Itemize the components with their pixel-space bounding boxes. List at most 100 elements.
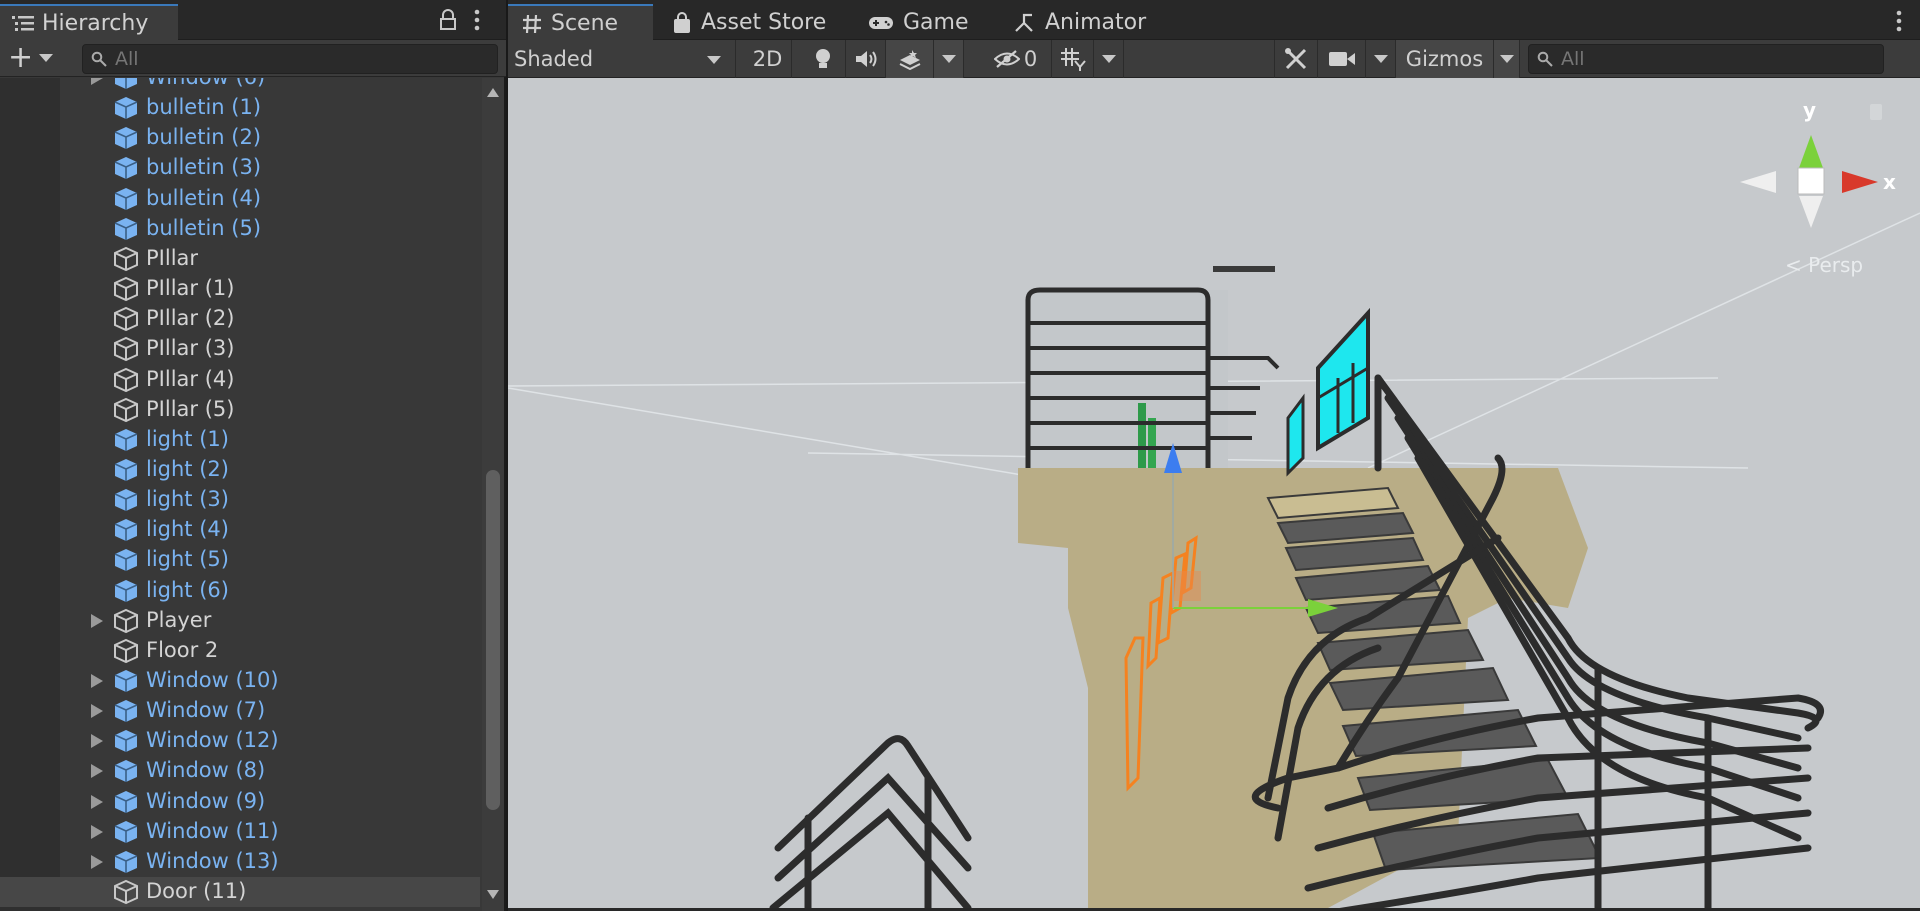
orientation-gizmo[interactable] [1740,104,1882,228]
lock-icon[interactable] [438,9,458,31]
expand-arrow-icon[interactable] [91,824,103,839]
hierarchy-row[interactable]: PIllar (2) [0,304,480,334]
tab-asset-store[interactable]: Asset Store [658,4,848,41]
camera-dropdown[interactable] [1366,40,1396,78]
shopping-bag-icon [674,11,690,33]
grid-dropdown[interactable] [1094,40,1124,78]
draw-mode-dropdown[interactable]: Shaded [508,40,736,78]
hierarchy-row-label: Door (11) [146,879,247,904]
tools-button[interactable] [1274,40,1318,78]
scroll-down-icon[interactable] [487,890,499,899]
hierarchy-row[interactable]: Window (13) [0,847,480,877]
speaker-icon [855,51,876,67]
expand-arrow-icon[interactable] [91,734,103,749]
hierarchy-row-label: Window (13) [146,848,279,873]
gameobject-cube-icon [114,276,138,302]
hierarchy-row[interactable]: Floor 2 [0,636,480,666]
hierarchy-row-label: Player [146,607,212,632]
projection-toggle[interactable]: < Persp [1785,253,1863,277]
hierarchy-row-label: PIllar (2) [146,306,235,331]
draw-mode-label: Shaded [514,47,594,71]
plus-icon: + [8,40,34,75]
hierarchy-row-label: Window (12) [146,728,279,753]
hierarchy-row-label: light (4) [146,517,229,542]
hierarchy-row[interactable]: Window (12) [0,726,480,756]
expand-arrow-icon[interactable] [91,794,103,809]
hierarchy-row[interactable]: bulletin (4) [0,184,480,214]
gameobject-cube-icon [114,397,138,422]
expand-arrow-icon[interactable] [91,854,103,869]
gameobject-cube-icon [114,337,138,362]
hierarchy-row[interactable]: light (3) [0,485,480,515]
hierarchy-row[interactable]: light (4) [0,515,480,545]
lighting-toggle-button[interactable] [800,40,846,78]
chevron-down-icon [707,56,721,64]
effects-dropdown[interactable] [934,40,964,78]
hierarchy-row[interactable]: PIllar (1) [0,274,480,304]
hierarchy-search[interactable] [82,44,498,74]
hierarchy-row[interactable]: bulletin (5) [0,214,480,244]
kebab-menu-icon[interactable] [1894,9,1904,33]
scroll-up-icon[interactable] [487,88,499,97]
hidden-eye-icon [993,50,1020,68]
prefab-cube-icon [114,850,138,873]
hierarchy-search-input[interactable] [115,48,497,70]
hierarchy-row-label: light (2) [146,456,229,481]
scene-search[interactable] [1528,44,1884,74]
kebab-menu-icon[interactable] [470,8,484,32]
tab-game[interactable]: Game [854,4,982,41]
tab-hierarchy[interactable]: Hierarchy [0,4,178,41]
prefab-cube-icon [114,670,138,692]
hierarchy-row-label: light (5) [146,547,229,572]
prefab-cube-icon [114,217,138,240]
hierarchy-scrollbar[interactable] [482,78,504,911]
expand-arrow-icon[interactable] [91,704,103,719]
gizmos-dropdown[interactable] [1494,40,1520,78]
scene-viewport[interactable]: y x < Persp [508,78,1920,908]
audio-toggle-button[interactable] [846,40,886,78]
hierarchy-row[interactable]: bulletin (1) [0,93,480,123]
hierarchy-row[interactable]: PIllar [0,244,480,274]
hierarchy-row-label: bulletin (2) [146,125,262,150]
hierarchy-row[interactable]: Window (8) [0,756,480,786]
camera-settings-button[interactable] [1318,40,1366,78]
hierarchy-row[interactable]: light (1) [0,425,480,455]
hierarchy-row[interactable]: Player [0,606,480,636]
hierarchy-row[interactable]: bulletin (3) [0,153,480,183]
2d-label: 2D [752,47,783,71]
prefab-cube-icon [114,187,138,210]
expand-arrow-icon[interactable] [91,78,103,85]
hierarchy-row[interactable]: light (2) [0,455,480,485]
hierarchy-row[interactable]: light (6) [0,576,480,606]
add-object-button[interactable]: + [8,43,62,73]
grid-snap-toggle[interactable] [1052,40,1094,78]
effects-toggle-button[interactable] [886,40,934,78]
tab-scene[interactable]: Scene [508,4,653,41]
hierarchy-row[interactable]: Window (9) [0,787,480,817]
tab-animator[interactable]: Animator [1000,4,1160,41]
hierarchy-row[interactable]: light (5) [0,545,480,575]
hierarchy-row[interactable]: Window (7) [0,696,480,726]
gizmos-toggle-button[interactable]: Gizmos [1396,40,1494,78]
expand-arrow-icon[interactable] [91,764,103,779]
hierarchy-row[interactable]: bulletin (2) [0,123,480,153]
hierarchy-row[interactable]: Window (10) [0,666,480,696]
hierarchy-row[interactable]: PIllar (4) [0,365,480,395]
expand-arrow-icon[interactable] [91,613,103,628]
hierarchy-row[interactable]: Window (6) [0,78,480,93]
hierarchy-row[interactable]: PIllar (3) [0,334,480,364]
hierarchy-row-label: light (3) [146,487,229,512]
scene-search-input[interactable] [1561,48,1883,70]
expand-arrow-icon[interactable] [91,674,103,688]
hierarchy-row-label: bulletin (3) [146,155,262,180]
hidden-count: 0 [1023,47,1038,71]
hierarchy-row[interactable]: Window (11) [0,817,480,847]
hierarchy-row[interactable]: PIllar (5) [0,395,480,425]
camera-icon [1328,52,1355,66]
prefab-cube-icon [114,157,138,180]
scene-visibility-toggle[interactable]: 0 [980,40,1052,78]
2d-toggle-button[interactable]: 2D [744,40,792,78]
scrollbar-thumb[interactable] [486,470,500,810]
hierarchy-row-label: Window (7) [146,698,266,723]
hierarchy-row[interactable]: Door (11) [0,877,480,908]
